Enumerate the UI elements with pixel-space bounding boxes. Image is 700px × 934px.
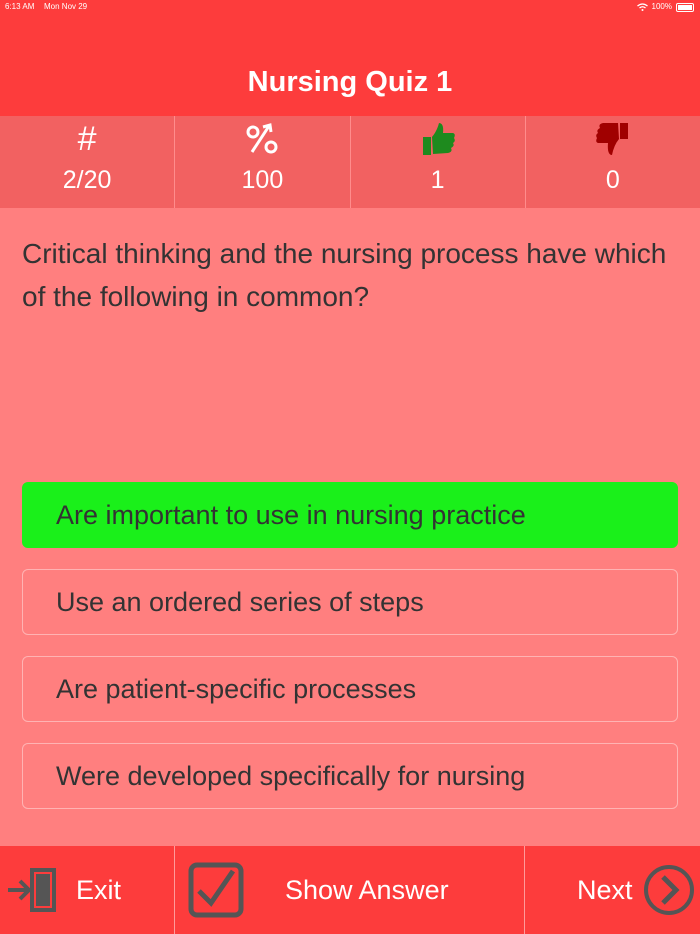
- stat-correct-value: 1: [430, 166, 445, 194]
- stat-incorrect: 0: [526, 116, 700, 208]
- battery-icon: [676, 2, 694, 12]
- battery-percent: 100%: [651, 2, 672, 11]
- answer-option-4[interactable]: Were developed specifically for nursing: [22, 743, 678, 809]
- bottom-bar: Exit Show Answer Next: [0, 846, 700, 934]
- thumbs-up-icon: [419, 116, 457, 162]
- thumbs-down-icon: [594, 116, 632, 162]
- status-right: 100%: [636, 0, 694, 14]
- stat-question-value: 2/20: [62, 166, 112, 194]
- stat-percent: 100: [175, 116, 351, 208]
- stat-correct: 1: [351, 116, 526, 208]
- next-button[interactable]: Next: [525, 846, 700, 934]
- answer-option-3[interactable]: Are patient-specific processes: [22, 656, 678, 722]
- hash-icon: #: [77, 119, 97, 158]
- stat-percent-value: 100: [241, 166, 284, 194]
- status-time: 6:13 AM: [5, 2, 35, 11]
- show-answer-button[interactable]: Show Answer: [175, 846, 525, 934]
- percent-icon: [245, 116, 279, 162]
- show-answer-label: Show Answer: [285, 874, 449, 905]
- checkbox-icon: [187, 861, 245, 919]
- status-bar: 6:13 AM Mon Nov 29 100%: [0, 0, 700, 14]
- status-date: Mon Nov 29: [44, 2, 88, 11]
- wifi-icon: [636, 3, 648, 11]
- page-title: Nursing Quiz 1: [247, 65, 453, 98]
- question-text: Critical thinking and the nursing proces…: [22, 238, 667, 312]
- exit-button[interactable]: Exit: [0, 846, 175, 934]
- exit-label: Exit: [76, 874, 122, 905]
- stat-incorrect-value: 0: [605, 166, 620, 194]
- stats-bar: # 2/20 100 1 0: [0, 116, 700, 208]
- answers-list: Are important to use in nursing practice…: [22, 482, 678, 830]
- answer-option-2[interactable]: Use an ordered series of steps: [22, 569, 678, 635]
- next-label: Next: [577, 874, 633, 905]
- exit-icon: [6, 865, 58, 915]
- header: Nursing Quiz 1: [0, 14, 700, 116]
- chevron-right-icon: [643, 864, 695, 916]
- answer-option-1[interactable]: Are important to use in nursing practice: [22, 482, 678, 548]
- stat-question-number: # 2/20: [0, 116, 176, 208]
